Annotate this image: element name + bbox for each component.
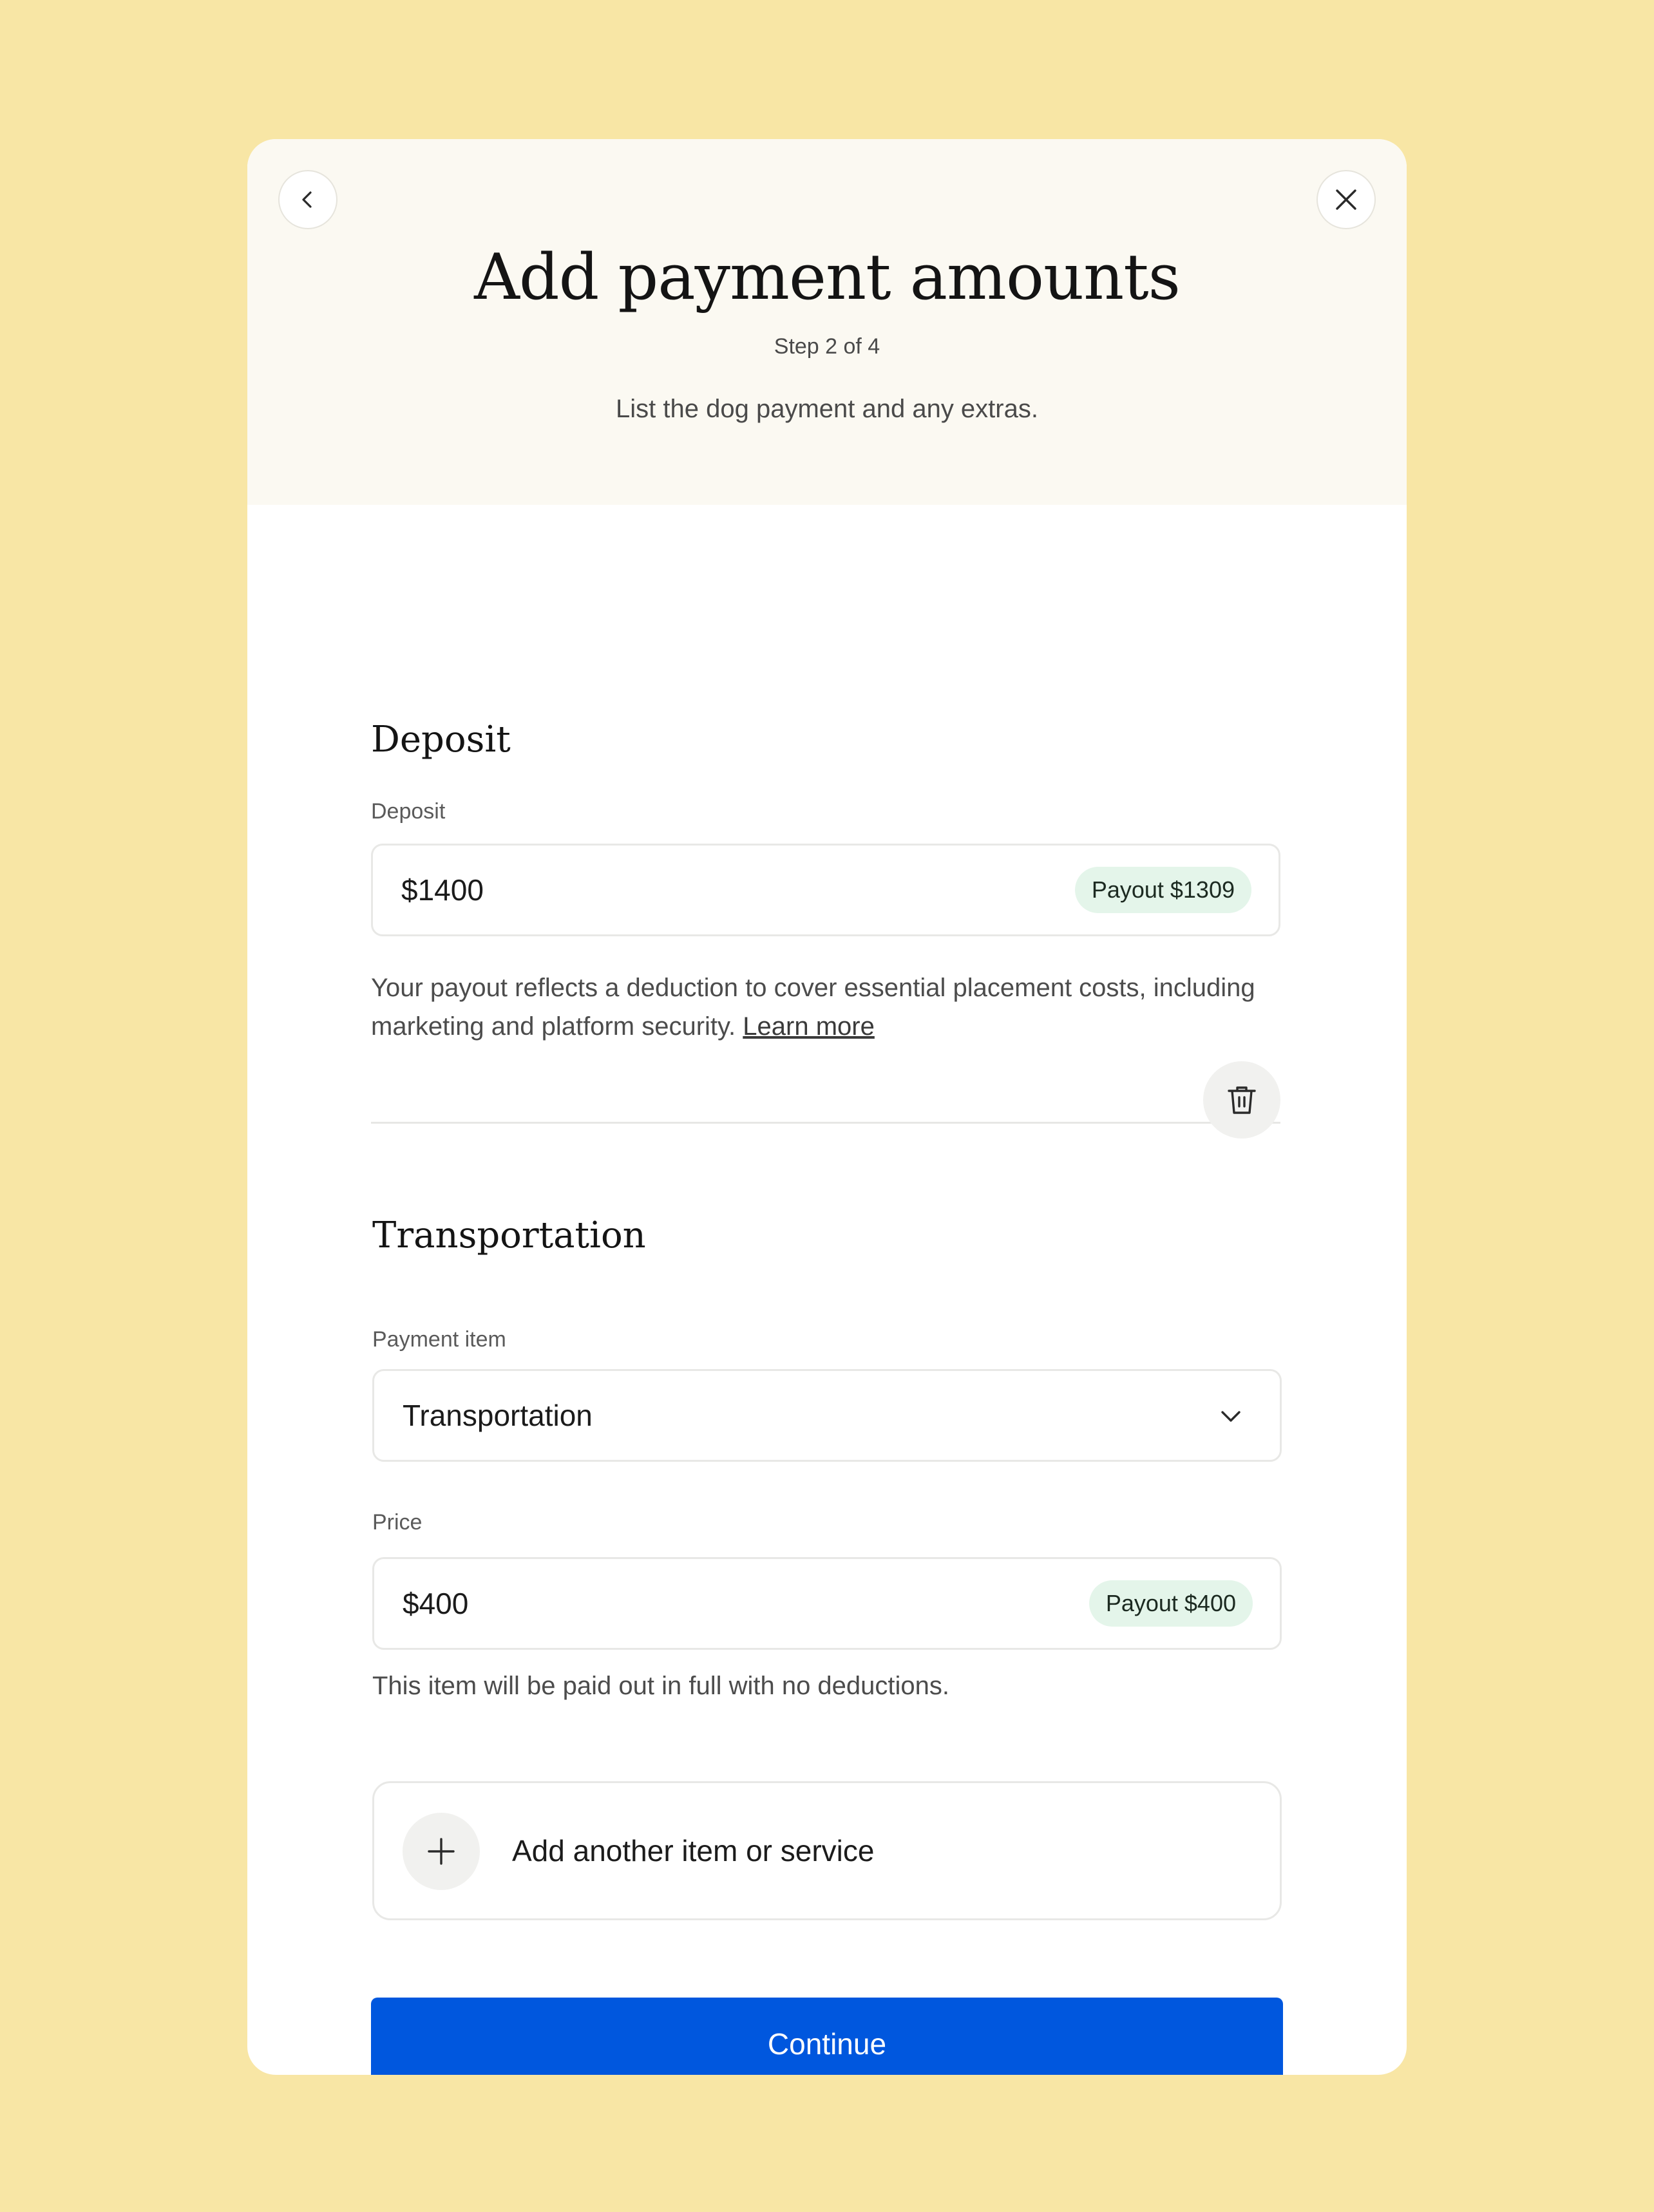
price-value: $400	[403, 1587, 469, 1620]
price-help-text: This item will be paid out in full with …	[372, 1672, 950, 1700]
add-item-label: Add another item or service	[512, 1834, 875, 1867]
deposit-help-text: Your payout reflects a deduction to cove…	[371, 969, 1286, 1046]
modal-header: Add payment amounts Step 2 of 4 List the…	[247, 139, 1407, 505]
chevron-down-icon	[1221, 1411, 1240, 1422]
deposit-input[interactable]: $1400 Payout $1309	[371, 844, 1280, 936]
delete-item-button[interactable]	[1203, 1061, 1280, 1139]
chevron-left-icon	[302, 191, 312, 208]
page-subtitle: List the dog payment and any extras.	[616, 395, 1038, 423]
learn-more-link[interactable]: Learn more	[743, 1012, 875, 1041]
deposit-field-label: Deposit	[371, 799, 446, 824]
price-input[interactable]: $400 Payout $400	[372, 1557, 1282, 1650]
transportation-section-title: Transportation	[372, 1215, 646, 1256]
price-payout-badge: Payout $400	[1088, 1580, 1253, 1627]
trash-icon	[1228, 1086, 1256, 1114]
deposit-section-title: Deposit	[371, 719, 511, 761]
plus-icon	[428, 1838, 455, 1865]
price-label: Price	[372, 1510, 423, 1535]
continue-button[interactable]: Continue	[371, 1998, 1283, 2075]
payment-amounts-modal: Add payment amounts Step 2 of 4 List the…	[247, 139, 1407, 2075]
deposit-payout-badge: Payout $1309	[1074, 867, 1251, 913]
section-divider	[371, 1122, 1280, 1124]
page-title: Add payment amounts	[474, 241, 1181, 314]
payment-item-select[interactable]: Transportation	[372, 1369, 1282, 1462]
payment-item-value: Transportation	[403, 1399, 593, 1432]
add-icon-circle	[403, 1813, 480, 1890]
back-button[interactable]	[278, 170, 337, 229]
add-item-button[interactable]: Add another item or service	[372, 1781, 1282, 1920]
step-indicator: Step 2 of 4	[774, 334, 880, 359]
payment-item-label: Payment item	[372, 1327, 506, 1352]
close-icon	[1336, 189, 1356, 210]
deposit-value: $1400	[401, 873, 484, 907]
close-button[interactable]	[1317, 170, 1376, 229]
